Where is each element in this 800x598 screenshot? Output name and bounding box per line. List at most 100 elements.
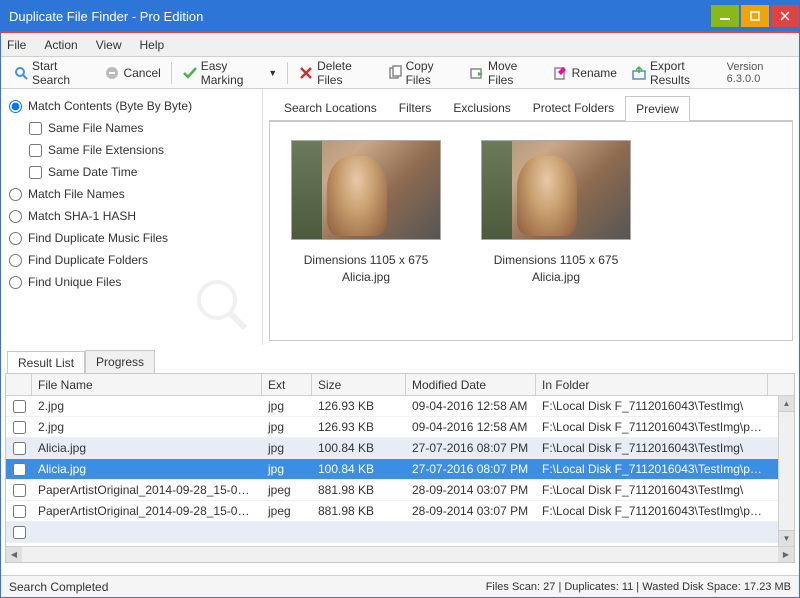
- row-checkbox[interactable]: [13, 400, 26, 413]
- status-left: Search Completed: [9, 580, 108, 594]
- cell-size: 126.93 KB: [312, 399, 406, 413]
- cancel-icon: [104, 65, 120, 81]
- find-folders-radio[interactable]: [9, 254, 22, 267]
- cell-folder: F:\Local Disk F_7112016043\TestImg\prote: [536, 462, 768, 476]
- tab-protect-folders[interactable]: Protect Folders: [522, 95, 625, 120]
- close-button[interactable]: [771, 5, 799, 27]
- start-search-button[interactable]: Start Search: [7, 57, 96, 89]
- version-label: Version 6.3.0.0: [727, 61, 793, 85]
- delete-files-button[interactable]: Delete Files: [292, 57, 378, 89]
- cancel-button[interactable]: Cancel: [98, 63, 166, 83]
- status-bar: Search Completed Files Scan: 27 | Duplic…: [1, 575, 799, 597]
- menu-file[interactable]: File: [7, 38, 26, 52]
- same-file-names-checkbox[interactable]: [29, 122, 42, 135]
- maximize-button[interactable]: [741, 5, 769, 27]
- export-results-button[interactable]: Export Results: [625, 57, 725, 89]
- easy-marking-button[interactable]: Easy Marking▼: [176, 57, 283, 89]
- menu-action[interactable]: Action: [44, 38, 77, 52]
- magnifier-decoration-icon: [192, 275, 252, 335]
- move-files-button[interactable]: Move Files: [463, 57, 545, 89]
- toolbar: Start Search Cancel Easy Marking▼ Delete…: [1, 57, 799, 89]
- match-sha1-radio[interactable]: [9, 210, 22, 223]
- app-title: Duplicate File Finder - Pro Edition: [9, 9, 203, 24]
- cell-ext: jpeg: [262, 483, 312, 497]
- match-contents-radio[interactable]: [9, 100, 22, 113]
- row-checkbox[interactable]: [13, 526, 26, 539]
- col-size[interactable]: Size: [312, 374, 406, 395]
- thumbnail-image: [481, 140, 631, 240]
- col-modified[interactable]: Modified Date: [406, 374, 536, 395]
- same-datetime-checkbox[interactable]: [29, 166, 42, 179]
- scroll-down-icon[interactable]: ▼: [779, 530, 794, 546]
- row-checkbox[interactable]: [13, 421, 26, 434]
- row-checkbox[interactable]: [13, 505, 26, 518]
- table-row[interactable]: 2.jpgjpg126.93 KB09-04-2016 12:58 AMF:\L…: [6, 417, 794, 438]
- preview-thumbnail-1[interactable]: Dimensions 1105 x 675Alicia.jpg: [286, 140, 446, 322]
- col-checkbox[interactable]: [6, 374, 32, 395]
- export-icon: [631, 65, 647, 81]
- col-folder[interactable]: In Folder: [536, 374, 768, 395]
- row-checkbox[interactable]: [13, 484, 26, 497]
- table-row[interactable]: PaperArtistOriginal_2014-09-28_15-07-06.…: [6, 501, 794, 522]
- cell-filename: 2.jpg: [32, 399, 262, 413]
- grid-header: File Name Ext Size Modified Date In Fold…: [6, 374, 794, 396]
- match-file-names-radio[interactable]: [9, 188, 22, 201]
- cell-folder: F:\Local Disk F_7112016043\TestImg\: [536, 441, 768, 455]
- preview-panel: Dimensions 1105 x 675Alicia.jpg Dimensio…: [269, 121, 793, 341]
- move-icon: [469, 65, 485, 81]
- table-row[interactable]: Alicia.jpgjpg100.84 KB27-07-2016 08:07 P…: [6, 459, 794, 480]
- find-unique-radio[interactable]: [9, 276, 22, 289]
- tab-result-list[interactable]: Result List: [7, 351, 85, 374]
- results-grid: File Name Ext Size Modified Date In Fold…: [5, 373, 795, 563]
- title-bar: Duplicate File Finder - Pro Edition: [1, 1, 799, 31]
- row-checkbox[interactable]: [13, 442, 26, 455]
- copy-files-button[interactable]: Copy Files: [381, 57, 461, 89]
- table-row[interactable]: [6, 522, 794, 543]
- cell-size: 881.98 KB: [312, 483, 406, 497]
- cell-folder: F:\Local Disk F_7112016043\TestImg\: [536, 399, 768, 413]
- copy-icon: [387, 65, 403, 81]
- preview-thumbnail-2[interactable]: Dimensions 1105 x 675Alicia.jpg: [476, 140, 636, 322]
- search-icon: [13, 65, 29, 81]
- rename-button[interactable]: Rename: [547, 63, 623, 83]
- cell-modified: 27-07-2016 08:07 PM: [406, 441, 536, 455]
- cell-folder: F:\Local Disk F_7112016043\TestImg\prote: [536, 420, 768, 434]
- scroll-right-icon[interactable]: ▶: [778, 547, 794, 562]
- tab-filters[interactable]: Filters: [388, 95, 443, 120]
- cell-filename: PaperArtistOriginal_2014-09-28_15-07-06.…: [32, 504, 262, 518]
- vertical-scrollbar[interactable]: ▲▼: [778, 396, 794, 546]
- delete-icon: [298, 65, 314, 81]
- table-row[interactable]: PaperArtistOriginal_2014-09-28_15-07-06.…: [6, 480, 794, 501]
- thumbnail-image: [291, 140, 441, 240]
- minimize-button[interactable]: [711, 5, 739, 27]
- cell-ext: jpg: [262, 462, 312, 476]
- cell-filename: Alicia.jpg: [32, 441, 262, 455]
- menu-view[interactable]: View: [96, 38, 122, 52]
- table-row[interactable]: Alicia.jpgjpg100.84 KB27-07-2016 08:07 P…: [6, 438, 794, 459]
- find-music-radio[interactable]: [9, 232, 22, 245]
- menu-help[interactable]: Help: [140, 38, 165, 52]
- result-tabs: Result List Progress: [1, 349, 799, 373]
- row-checkbox[interactable]: [13, 463, 26, 476]
- cell-modified: 09-04-2016 12:58 AM: [406, 399, 536, 413]
- cell-folder: F:\Local Disk F_7112016043\TestImg\prote: [536, 504, 768, 518]
- scroll-up-icon[interactable]: ▲: [779, 396, 794, 412]
- tab-progress[interactable]: Progress: [85, 350, 155, 373]
- same-extensions-checkbox[interactable]: [29, 144, 42, 157]
- rename-icon: [553, 65, 569, 81]
- cell-modified: 27-07-2016 08:07 PM: [406, 462, 536, 476]
- menu-bar: File Action View Help: [1, 33, 799, 57]
- table-row[interactable]: 2.jpgjpg126.93 KB09-04-2016 12:58 AMF:\L…: [6, 396, 794, 417]
- col-filename[interactable]: File Name: [32, 374, 262, 395]
- cell-size: 100.84 KB: [312, 462, 406, 476]
- col-ext[interactable]: Ext: [262, 374, 312, 395]
- scroll-left-icon[interactable]: ◀: [6, 547, 22, 562]
- tab-exclusions[interactable]: Exclusions: [442, 95, 521, 120]
- horizontal-scrollbar[interactable]: ◀▶: [6, 546, 794, 562]
- tab-preview[interactable]: Preview: [625, 96, 690, 121]
- tab-search-locations[interactable]: Search Locations: [273, 95, 388, 120]
- cell-filename: PaperArtistOriginal_2014-09-28_15-07-06.…: [32, 483, 262, 497]
- cell-modified: 09-04-2016 12:58 AM: [406, 420, 536, 434]
- cell-size: 126.93 KB: [312, 420, 406, 434]
- right-panel-tabs: Search Locations Filters Exclusions Prot…: [269, 95, 793, 121]
